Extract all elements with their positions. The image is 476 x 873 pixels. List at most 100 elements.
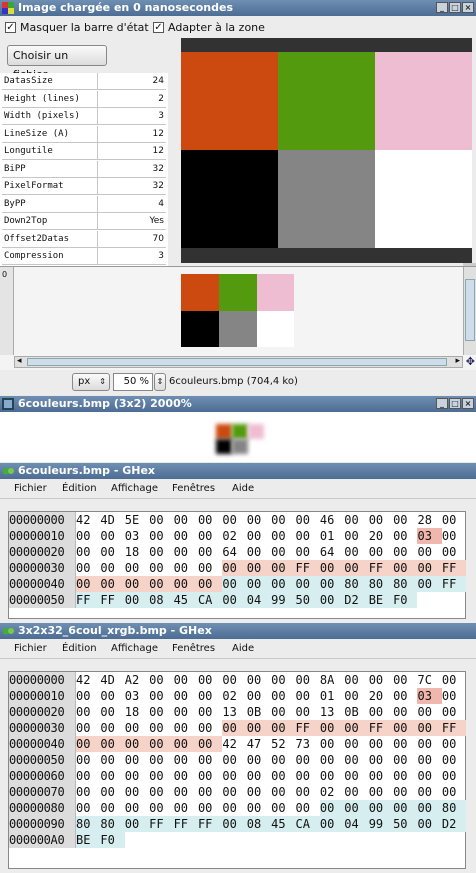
hex-byte[interactable]: 00 [76,800,100,816]
hex-byte[interactable]: 64 [222,544,246,560]
hex-byte[interactable]: 00 [369,544,393,560]
hex-byte[interactable]: 00 [319,592,345,608]
hex-byte[interactable]: 18 [125,544,149,560]
hex-byte[interactable]: 50 [393,816,418,832]
hex-byte[interactable]: 00 [149,544,173,560]
hex-byte[interactable]: 00 [76,784,100,800]
hex-byte[interactable]: 00 [149,752,173,768]
hex-byte[interactable]: FF [100,592,125,608]
hex-byte[interactable]: 00 [246,560,272,576]
hex-byte[interactable]: 00 [417,784,441,800]
menu-item[interactable]: Fichier [14,483,47,494]
hex-byte[interactable]: 00 [344,768,368,784]
hex-byte[interactable]: 00 [198,720,222,736]
hex-byte[interactable]: 04 [344,816,369,832]
hex-byte[interactable]: 00 [320,736,344,752]
hex-byte[interactable]: 00 [271,800,295,816]
hex-byte[interactable]: 80 [76,816,101,832]
hex-byte[interactable]: 00 [296,688,320,704]
hex-byte[interactable]: 00 [344,512,368,528]
hex-byte[interactable]: 00 [149,800,173,816]
hex-byte[interactable]: 00 [320,768,344,784]
hex-byte[interactable]: 00 [100,560,124,576]
hex-byte[interactable]: 00 [125,768,149,784]
hex-byte[interactable]: FF [173,816,198,832]
hex-byte[interactable]: 00 [344,800,369,816]
hex-byte[interactable]: 00 [149,720,173,736]
hex-byte[interactable]: 00 [125,560,149,576]
menu-item[interactable]: Aide [232,643,254,654]
maximize-icon[interactable]: □ [449,2,461,13]
hex-byte[interactable]: D2 [441,816,467,832]
hex-byte[interactable]: 00 [344,672,368,688]
hex-byte[interactable]: 00 [393,560,418,576]
hex-byte[interactable]: 00 [319,800,345,816]
hex-byte[interactable]: FF [441,576,467,592]
hex-byte[interactable]: 03 [417,688,442,704]
unit-select[interactable]: px ⇕ [72,373,110,391]
hex-byte[interactable]: 00 [124,736,150,752]
hex-byte[interactable]: 00 [125,784,149,800]
hex-byte[interactable]: 00 [174,704,198,720]
hex-byte[interactable]: 00 [198,704,222,720]
hex-byte[interactable]: 00 [417,704,441,720]
hex-byte[interactable]: 00 [174,512,198,528]
hex-byte[interactable]: 00 [369,736,393,752]
hex-byte[interactable]: 00 [442,784,466,800]
hex-byte[interactable]: 80 [441,800,467,816]
hex-byte[interactable]: 00 [174,544,198,560]
hex-byte[interactable]: 00 [149,704,173,720]
menu-item[interactable]: Édition [62,483,97,494]
hex-byte[interactable]: 00 [174,560,198,576]
hex-byte[interactable]: 00 [417,800,442,816]
hex-byte[interactable]: 00 [344,784,368,800]
minimize-icon[interactable]: _ [436,398,448,409]
hex-byte[interactable]: 00 [344,736,368,752]
hex-byte[interactable]: 00 [344,544,368,560]
hex-byte[interactable]: 00 [368,800,394,816]
hex-byte[interactable]: 00 [198,544,222,560]
hex-byte[interactable]: 00 [295,576,320,592]
hex-byte[interactable]: CA [197,592,223,608]
hex-byte[interactable]: 00 [247,512,271,528]
hex-byte[interactable]: 00 [271,704,295,720]
hex-byte[interactable]: 00 [174,752,198,768]
hex-byte[interactable]: 00 [442,688,466,704]
hex-byte[interactable]: 00 [222,816,247,832]
menu-item[interactable]: Édition [62,643,97,654]
hex-byte[interactable]: 00 [197,576,223,592]
hex-byte[interactable]: 00 [247,544,271,560]
hex-byte[interactable]: 00 [320,752,344,768]
hex-byte[interactable]: 04 [246,592,272,608]
hex-byte[interactable]: 00 [100,544,124,560]
minimize-icon[interactable]: _ [436,2,448,13]
hex-byte[interactable]: 00 [198,688,222,704]
hide-statusbar-checkbox[interactable]: ✓ Masquer la barre d'état [5,21,149,34]
hex-byte[interactable]: 13 [320,704,344,720]
hex-byte[interactable]: 00 [393,672,417,688]
scroll-thumb[interactable] [465,279,475,341]
hex-byte[interactable]: 03 [125,528,149,544]
hex-byte[interactable]: 00 [344,720,369,736]
ghex2-titlebar[interactable]: 3x2x32_6coul_xrgb.bmp - GHex [0,623,476,639]
hex-byte[interactable]: 5E [125,512,149,528]
hex-byte[interactable]: 08 [149,592,174,608]
hex-byte[interactable]: 00 [296,752,320,768]
hex-byte[interactable]: 00 [76,736,101,752]
hex-byte[interactable]: 00 [393,704,417,720]
hex-byte[interactable]: 00 [417,560,442,576]
hex-byte[interactable]: 00 [198,752,222,768]
hex-byte[interactable]: 00 [442,752,466,768]
hex-byte[interactable]: 00 [76,528,100,544]
hex-byte[interactable]: 00 [369,512,393,528]
ghex2-hex-view[interactable]: 00000000 42 4D A2 00 00 00 00 00 00 00 8A 00 00 00 7C 00… [8,671,467,869]
hex-byte[interactable]: 01 [320,688,344,704]
hex-byte[interactable]: FF [197,816,223,832]
hex-byte[interactable]: 00 [344,688,368,704]
hex-byte[interactable]: 00 [222,512,246,528]
hex-byte[interactable]: 00 [174,768,198,784]
hex-byte[interactable]: 00 [100,688,124,704]
hex-byte[interactable]: 00 [246,576,272,592]
hex-byte[interactable]: 00 [417,736,441,752]
hex-byte[interactable]: 00 [393,688,417,704]
